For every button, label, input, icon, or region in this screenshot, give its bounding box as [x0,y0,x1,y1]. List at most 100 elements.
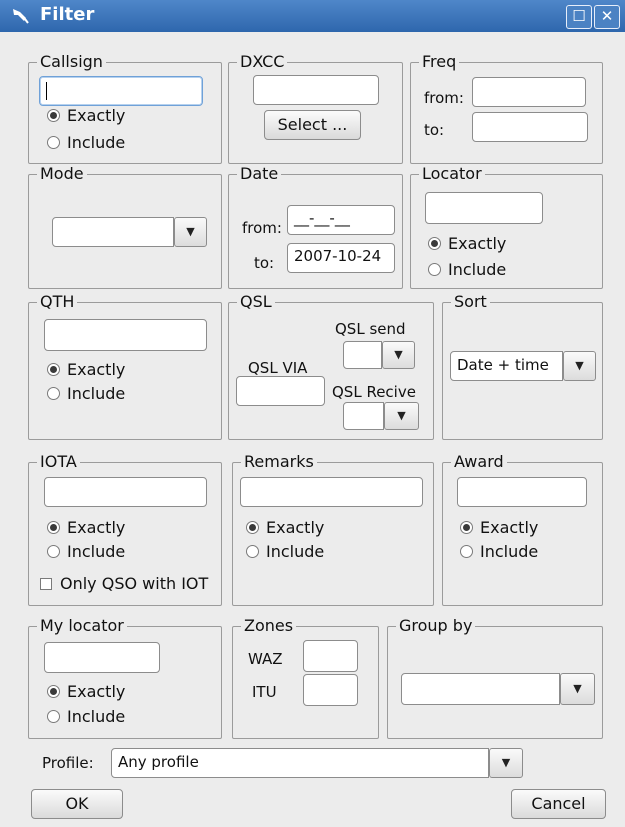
my-locator-exactly-radio[interactable]: Exactly [47,681,125,703]
radio-label: Include [448,260,507,279]
window-title: Filter [40,4,95,25]
group-by-combo-field[interactable] [401,673,560,705]
title-bar[interactable]: Filter ☐ ✕ [0,0,625,32]
close-button[interactable]: ✕ [594,5,620,29]
maximize-button[interactable]: ☐ [566,5,592,29]
waz-input[interactable] [303,640,358,672]
radio-label: Include [67,133,126,152]
freq-from-label: from: [424,89,464,107]
radio-selected-icon [47,109,60,122]
my-locator-legend: My locator [37,616,127,636]
chevron-down-icon[interactable]: ▼ [489,748,523,778]
radio-selected-icon [460,521,473,534]
award-input[interactable] [457,477,587,507]
date-to-label: to: [254,254,275,272]
chevron-down-icon[interactable]: ▼ [560,673,595,705]
radio-selected-icon [47,521,60,534]
chevron-down-icon[interactable]: ▼ [384,402,419,430]
locator-exactly-radio[interactable]: Exactly [428,233,506,255]
pen-icon [10,6,32,26]
qsl-send-combo[interactable]: ▼ [343,341,415,369]
dxcc-legend: DXCC [237,52,288,72]
radio-label: Exactly [67,518,126,537]
radio-label: Include [67,707,126,726]
dxcc-select-button[interactable]: Select ... [264,110,361,140]
iota-input[interactable] [44,477,207,507]
freq-from-input[interactable] [472,77,586,107]
qth-legend: QTH [37,292,78,312]
radio-label: Exactly [266,518,325,537]
qsl-via-label: QSL VIA [248,359,308,377]
group-by-combo[interactable]: ▼ [401,673,595,705]
qsl-send-field[interactable] [343,341,382,369]
radio-label: Include [67,542,126,561]
remarks-legend: Remarks [241,452,317,472]
profile-label: Profile: [42,754,94,772]
sort-combo-field[interactable]: Date + time [450,351,563,381]
date-from-input[interactable]: __-__-__ [287,205,395,235]
radio-label: Exactly [67,360,126,379]
dxcc-input[interactable] [253,75,379,105]
award-exactly-radio[interactable]: Exactly [460,517,538,539]
callsign-include-radio[interactable]: Include [47,132,125,154]
filter-dialog: Filter ☐ ✕ Callsign Exactly Include DXCC… [0,0,625,827]
qsl-receive-field[interactable] [343,402,384,430]
cancel-button[interactable]: Cancel [511,789,606,819]
callsign-legend: Callsign [37,52,106,72]
callsign-exactly-radio[interactable]: Exactly [47,105,125,127]
freq-to-input[interactable] [472,112,588,142]
callsign-input[interactable] [39,76,203,106]
text-caret [46,82,47,100]
mode-legend: Mode [37,164,87,184]
locator-input[interactable] [425,192,543,224]
mode-combo[interactable]: ▼ [52,217,207,247]
itu-label: ITU [252,683,277,701]
checkbox-icon [40,577,52,590]
qth-exactly-radio[interactable]: Exactly [47,359,125,381]
qsl-send-label: QSL send [335,320,406,338]
sort-combo[interactable]: Date + time ▼ [450,351,596,381]
checkbox-label: Only QSO with IOT [60,574,209,593]
my-locator-input[interactable] [44,642,160,673]
mode-combo-field[interactable] [52,217,174,247]
remarks-include-radio[interactable]: Include [246,541,324,563]
maximize-icon: ☐ [572,7,586,25]
chevron-down-icon[interactable]: ▼ [563,351,596,381]
radio-unselected-icon [246,545,259,558]
profile-combo[interactable]: Any profile ▼ [111,748,523,778]
locator-legend: Locator [419,164,485,184]
waz-label: WAZ [248,650,283,668]
radio-label: Include [266,542,325,561]
radio-unselected-icon [460,545,473,558]
qsl-via-input[interactable] [236,376,325,406]
itu-input[interactable] [303,674,358,706]
group-by-legend: Group by [396,616,476,636]
award-legend: Award [451,452,507,472]
freq-legend: Freq [419,52,460,72]
close-icon: ✕ [600,7,614,25]
qth-input[interactable] [44,319,207,351]
chevron-down-icon[interactable]: ▼ [174,217,207,247]
profile-combo-field[interactable]: Any profile [111,748,489,778]
my-locator-include-radio[interactable]: Include [47,706,125,728]
radio-label: Exactly [67,682,126,701]
radio-label: Include [67,384,126,403]
award-include-radio[interactable]: Include [460,541,538,563]
radio-selected-icon [246,521,259,534]
iota-exactly-radio[interactable]: Exactly [47,517,125,539]
chevron-down-icon[interactable]: ▼ [382,341,415,369]
radio-label: Exactly [448,234,507,253]
ok-button[interactable]: OK [31,789,123,819]
remarks-exactly-radio[interactable]: Exactly [246,517,324,539]
date-to-input[interactable]: 2007-10-24 [287,243,395,273]
radio-selected-icon [428,237,441,250]
locator-include-radio[interactable]: Include [428,259,506,281]
qsl-legend: QSL [237,292,275,312]
iota-include-radio[interactable]: Include [47,541,125,563]
remarks-input[interactable] [240,477,423,507]
sort-legend: Sort [451,292,490,312]
qsl-receive-combo[interactable]: ▼ [343,402,419,430]
radio-unselected-icon [47,387,60,400]
qth-include-radio[interactable]: Include [47,383,125,405]
iota-only-qso-checkbox[interactable]: Only QSO with IOT [40,573,208,595]
